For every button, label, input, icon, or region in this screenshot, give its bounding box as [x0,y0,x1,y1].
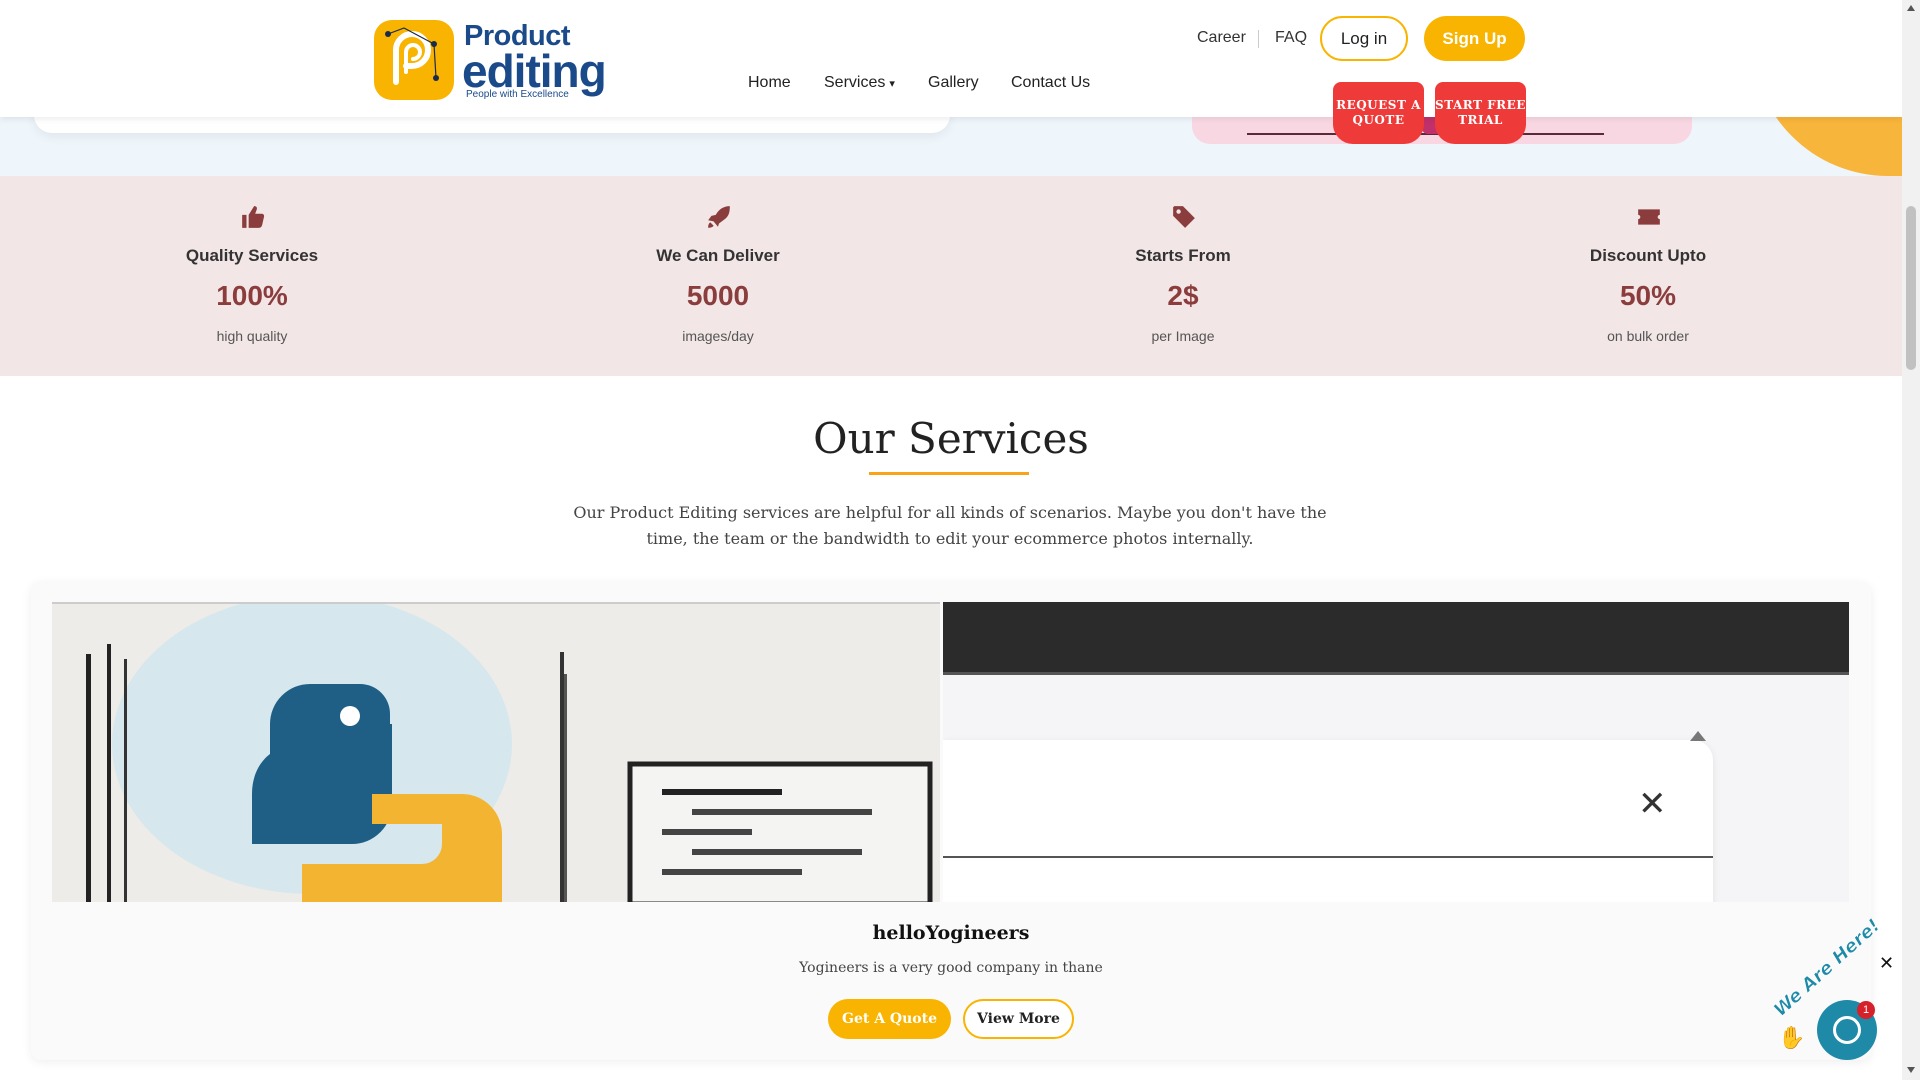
stat-title: Discount Upto [1589,246,1707,265]
service-image-left[interactable] [52,602,940,902]
chat-unread-badge: 1 [1857,1001,1875,1019]
stat-title: We Can Deliver [656,246,780,265]
top-links-divider [1258,30,1259,48]
signup-button[interactable]: Sign Up [1424,16,1525,61]
stat-subtitle: high quality [216,328,288,344]
chevron-down-icon: ▾ [889,78,895,90]
screenshot-dark-bar [943,602,1849,675]
scroll-arrow-up-icon[interactable] [1907,5,1915,11]
request-quote-line1: REQUEST A [1336,98,1421,112]
stat-value: 100% [216,280,288,311]
thumbs-up-icon [242,206,265,228]
nav-services-label: Services [824,74,886,91]
nav-home[interactable]: Home [748,74,791,92]
stat-subtitle: per Image [1151,328,1215,344]
ticket-icon [1638,209,1660,225]
logo-tagline: People with Excellence [466,89,569,100]
modal-divider [943,856,1713,858]
logo-icon [374,20,454,100]
login-button[interactable]: Log in [1320,16,1408,61]
page-scrollbar[interactable] [1902,0,1920,1080]
chat-bubble-icon [1833,1016,1861,1044]
nav-contact-us[interactable]: Contact Us [1011,74,1090,92]
close-icon: ✕ [1638,785,1667,823]
stat-subtitle: on bulk order [1607,328,1689,344]
stat-title: Starts From [1135,246,1231,265]
waving-hand-icon: ✋ [1778,1025,1806,1050]
request-quote-line2: QUOTE [1352,113,1405,127]
stat-title: Quality Services [185,246,319,265]
scroll-arrow-down-icon[interactable] [1907,1067,1915,1073]
stat-value: 5000 [686,280,750,311]
nav-services[interactable]: Services ▾ [824,74,895,92]
faq-link[interactable]: FAQ [1275,29,1307,47]
service-card-text: Yogineers is a very good company in than… [799,960,1103,976]
rocket-icon [708,206,730,228]
get-a-quote-button[interactable]: Get A Quote [828,999,951,1039]
tag-icon [1173,206,1195,228]
career-link[interactable]: Career [1197,29,1246,47]
heading-underline [869,472,1029,475]
service-card-title: helloYogineers [872,922,1030,944]
start-free-trial-button[interactable]: START FREE TRIAL [1435,82,1526,144]
free-trial-line1: START FREE [1435,98,1526,112]
free-trial-line2: TRIAL [1458,113,1503,127]
stat-subtitle: images/day [682,328,754,344]
python-sketch-image [52,604,940,902]
chat-close-icon[interactable]: ✕ [1879,953,1894,974]
screenshot-modal: ✕ [943,740,1713,902]
service-image-right[interactable]: ✕ [943,602,1849,902]
services-heading: Our Services [813,414,1089,463]
request-quote-button[interactable]: REQUEST A QUOTE [1333,82,1424,144]
page: Product editing People with Excellence C… [0,0,1920,1080]
nav-gallery[interactable]: Gallery [928,74,979,92]
scroll-up-icon [1690,731,1706,741]
view-more-button[interactable]: View More [963,999,1074,1039]
site-logo[interactable]: Product editing People with Excellence [374,20,614,100]
scrollbar-thumb[interactable] [1906,206,1916,370]
site-header: Product editing People with Excellence C… [0,0,1902,117]
stat-value: 50% [1619,280,1677,311]
stat-value: 2$ [1167,280,1199,311]
stats-band: Quality Services 100% high quality We Ca… [0,176,1902,376]
services-description: Our Product Editing services are helpful… [573,503,1327,548]
